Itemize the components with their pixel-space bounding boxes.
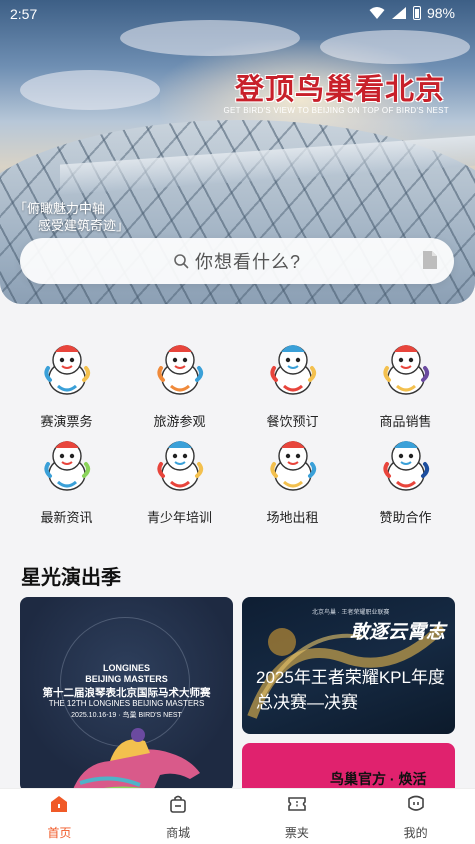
event-card-title: 鸟巢官方 · 焕活 (330, 771, 427, 787)
category-mascot-tour[interactable]: 旅游参观 (123, 338, 236, 429)
event-title-en: THE 12TH LONGINES BEIJING MASTERS (48, 699, 205, 708)
event-caption: 2025年王者荣耀KPL年度总决赛—决赛 (256, 668, 445, 712)
battery-icon (412, 6, 421, 20)
event-title-cn: 第十二届浪琴表北京国际马术大师赛 (42, 687, 211, 699)
search-icon (174, 254, 189, 269)
hero-slogan-line2: 感受建筑奇迹」 (38, 218, 130, 233)
category-mascot-sponsor[interactable]: 赞助合作 (349, 434, 462, 525)
kpl-logo: 敢逐云霄志 (349, 622, 445, 643)
category-label: 场地出租 (266, 510, 319, 525)
hero-subtitle: GET BIRD'S VIEW TO BEIJING ON TOP OF BIR… (223, 106, 449, 115)
tab-label: 票夹 (284, 826, 309, 840)
tab-label: 我的 (403, 826, 428, 840)
section-title: 星光演出季 (21, 567, 121, 589)
category-mascot-venue[interactable]: 场地出租 (236, 434, 349, 525)
mascot-tour-icon (156, 345, 203, 395)
shopping-bag-icon (170, 795, 186, 813)
category-mascot-dining[interactable]: 餐饮预订 (236, 338, 349, 429)
wifi-icon (369, 7, 385, 19)
tab-shopping-bag[interactable]: 商城 (119, 789, 238, 844)
hero-title: 登顶鸟巢看北京 (234, 72, 445, 106)
event-card-equestrian[interactable]: LONGINES BEIJING MASTERS 第十二届浪琴表北京国际马术大师… (20, 597, 233, 792)
category-mascot-training[interactable]: 青少年培训 (123, 434, 236, 525)
document-icon[interactable] (422, 250, 438, 270)
tab-ticket[interactable]: 票夹 (238, 789, 357, 844)
signal-icon (391, 7, 406, 19)
battery-level: 98% (426, 5, 455, 21)
tab-home[interactable]: 首页 (0, 789, 119, 844)
mascot-training-icon (156, 441, 203, 491)
card-brand: LONGINES BEIJING MASTERS (20, 663, 233, 685)
category-label: 赛演票务 (40, 414, 93, 429)
status-bar: 2:57 98% (0, 0, 475, 28)
tab-label: 首页 (47, 826, 72, 840)
tab-profile[interactable]: 我的 (356, 789, 475, 844)
hero-slogan-line1: 「俯瞰魅力中轴 (14, 201, 106, 216)
mascot-news-icon (43, 441, 90, 491)
category-label: 旅游参观 (153, 414, 206, 429)
category-mascot-ticket[interactable]: 赛演票务 (10, 338, 123, 429)
category-label: 最新资讯 (40, 510, 93, 525)
home-icon (51, 796, 68, 812)
status-time: 2:57 (10, 6, 38, 22)
mascot-venue-icon (269, 441, 316, 491)
mascot-dining-icon (269, 345, 316, 395)
event-card-kpl[interactable]: 北京鸟巢 · 王者荣耀职业联赛 敢逐云霄志 2025年王者荣耀KPL年度总决赛—… (242, 597, 455, 734)
profile-icon (407, 795, 424, 811)
hero-slogan: 「俯瞰魅力中轴 感受建筑奇迹」 (14, 200, 129, 234)
status-right: 98% (369, 5, 455, 21)
category-mascot-shop[interactable]: 商品销售 (349, 338, 462, 429)
category-label: 餐饮预订 (266, 414, 319, 429)
kpl-tag: 北京鸟巢 · 王者荣耀职业联赛 (312, 610, 390, 616)
category-label: 商品销售 (379, 414, 432, 429)
bottom-tab-bar: 首页 商城 票夹 我的 (0, 788, 475, 844)
ticket-icon (288, 797, 306, 811)
mascot-sponsor-icon (382, 441, 429, 491)
event-date: 2025.10.16-19 · 鸟巢 BIRD'S NEST (71, 712, 182, 719)
cloud (20, 70, 160, 110)
cloud (320, 30, 470, 64)
search-placeholder: 你想看什么? (194, 252, 301, 272)
category-label: 青少年培训 (146, 510, 212, 525)
mascot-ticket-icon (43, 345, 90, 395)
horse-rider-illustration (72, 728, 200, 792)
category-mascot-news[interactable]: 最新资讯 (10, 434, 123, 525)
category-label: 赞助合作 (379, 510, 432, 525)
search-bar[interactable]: 你想看什么? (20, 238, 454, 284)
tab-label: 商城 (166, 826, 191, 840)
mascot-shop-icon (382, 345, 429, 395)
brand-line1: LONGINES (102, 663, 150, 673)
brand-line2: BEIJING MASTERS (85, 674, 168, 684)
